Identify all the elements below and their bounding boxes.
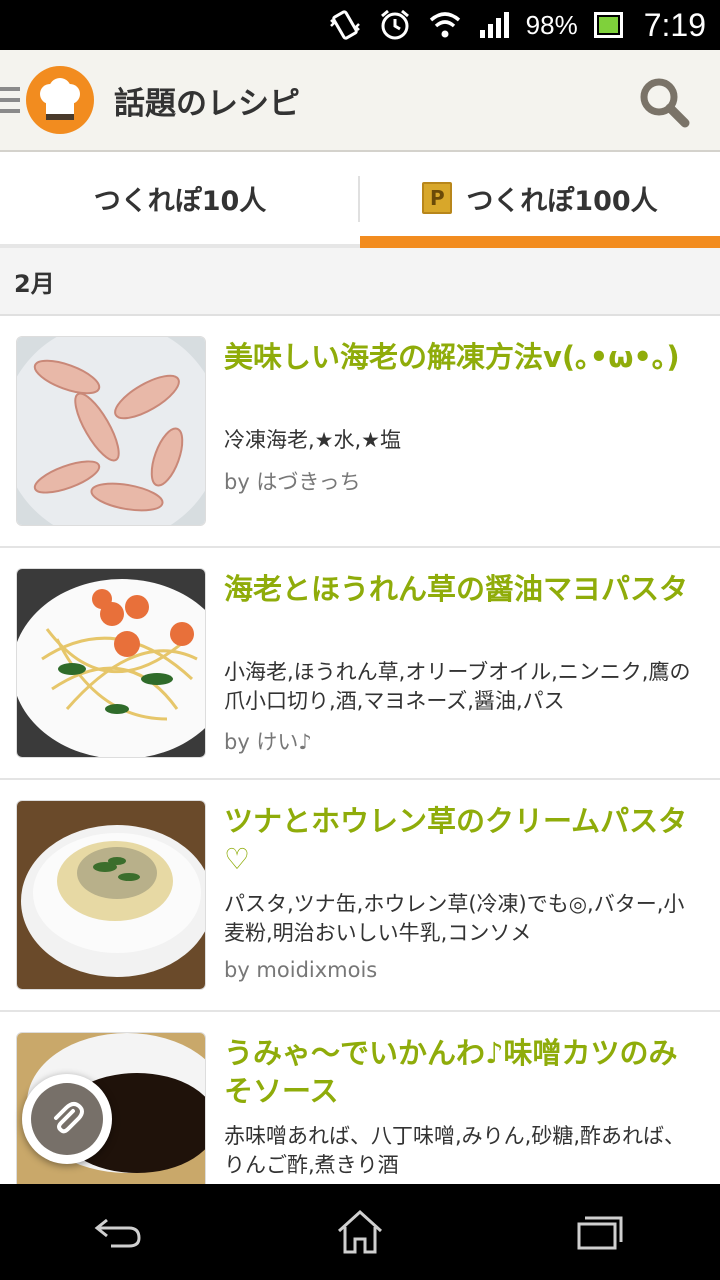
signal-icon <box>478 10 510 40</box>
recipe-title[interactable]: ツナとホウレン草のクリームパスタ♡ <box>224 802 694 878</box>
recipe-author: by けい♪ <box>224 730 312 754</box>
recipe-item[interactable]: 海老とほうれん草の醤油マヨパスタ 小海老,ほうれん草,オリーブオイル,ニンニク,… <box>0 548 720 780</box>
paperclip-icon <box>31 1083 103 1155</box>
recent-apps-icon[interactable] <box>555 1197 645 1267</box>
clock: 7:19 <box>643 6 706 43</box>
recipe-ingredients: 赤味噌あれば、八丁味噌,みりん,砂糖,酢あれば、りんご酢,煮きり酒 <box>224 1124 686 1177</box>
tab-tsukurepo-100[interactable]: P つくれぽ100人 <box>360 152 720 248</box>
recipe-ingredients: パスタ,ツナ缶,ホウレン草(冷凍)でも◎,バター,小麦粉,明治おいしい牛乳,コン… <box>224 892 685 945</box>
wifi-icon <box>428 10 462 40</box>
recipe-item[interactable]: ツナとホウレン草のクリームパスタ♡ パスタ,ツナ缶,ホウレン草(冷凍)でも◎,バ… <box>0 780 720 1012</box>
action-bar: 話題のレシピ <box>0 50 720 152</box>
vibrate-icon <box>328 8 362 42</box>
menu-icon[interactable] <box>0 87 20 115</box>
tab-tsukurepo-10[interactable]: つくれぽ10人 <box>0 152 360 248</box>
recipe-thumbnail[interactable] <box>16 336 206 526</box>
recipe-thumbnail[interactable] <box>16 568 206 758</box>
navigation-bar <box>0 1184 720 1280</box>
battery-icon <box>593 12 624 38</box>
back-icon[interactable] <box>75 1197 165 1267</box>
recipe-item[interactable]: 美味しい海老の解凍方法v(｡•ω•｡) 冷凍海老,★水,★塩 by はづきっち <box>0 316 720 548</box>
search-icon[interactable] <box>636 74 692 130</box>
status-bar: 98% 7:19 <box>0 0 720 50</box>
recipe-author: by moidixmois <box>224 958 378 982</box>
tab-label: つくれぽ10人 <box>93 185 267 217</box>
page-title: 話題のレシピ <box>114 86 300 122</box>
recipe-title[interactable]: 美味しい海老の解凍方法v(｡•ω•｡) <box>224 338 694 376</box>
chef-hat-icon[interactable] <box>26 66 94 134</box>
recipe-title[interactable]: 海老とほうれん草の醤油マヨパスタ <box>224 570 694 608</box>
section-header: 2月 <box>0 248 720 316</box>
recipe-title[interactable]: うみゃ～でいかんわ♪味噌カツのみそソース <box>224 1034 694 1110</box>
recipe-ingredients: 冷凍海老,★水,★塩 <box>224 428 402 452</box>
battery-percent: 98% <box>525 9 578 40</box>
recipe-item[interactable]: うみゃ～でいかんわ♪味噌カツのみそソース 赤味噌あれば、八丁味噌,みりん,砂糖,… <box>0 1012 720 1184</box>
premium-badge-icon: P <box>422 182 453 214</box>
alarm-icon <box>378 8 412 42</box>
recipe-thumbnail[interactable] <box>16 800 206 990</box>
clip-button[interactable] <box>22 1074 112 1164</box>
tab-label: つくれぽ100人 <box>466 185 658 217</box>
recipe-author: by はづきっち <box>224 470 361 494</box>
recipe-list: 美味しい海老の解凍方法v(｡•ω•｡) 冷凍海老,★水,★塩 by はづきっち … <box>0 316 720 1184</box>
recipe-ingredients: 小海老,ほうれん草,オリーブオイル,ニンニク,鷹の爪小口切り,酒,マヨネーズ,醤… <box>224 660 691 713</box>
home-icon[interactable] <box>315 1197 405 1267</box>
tab-bar: つくれぽ10人 P つくれぽ100人 <box>0 152 720 248</box>
